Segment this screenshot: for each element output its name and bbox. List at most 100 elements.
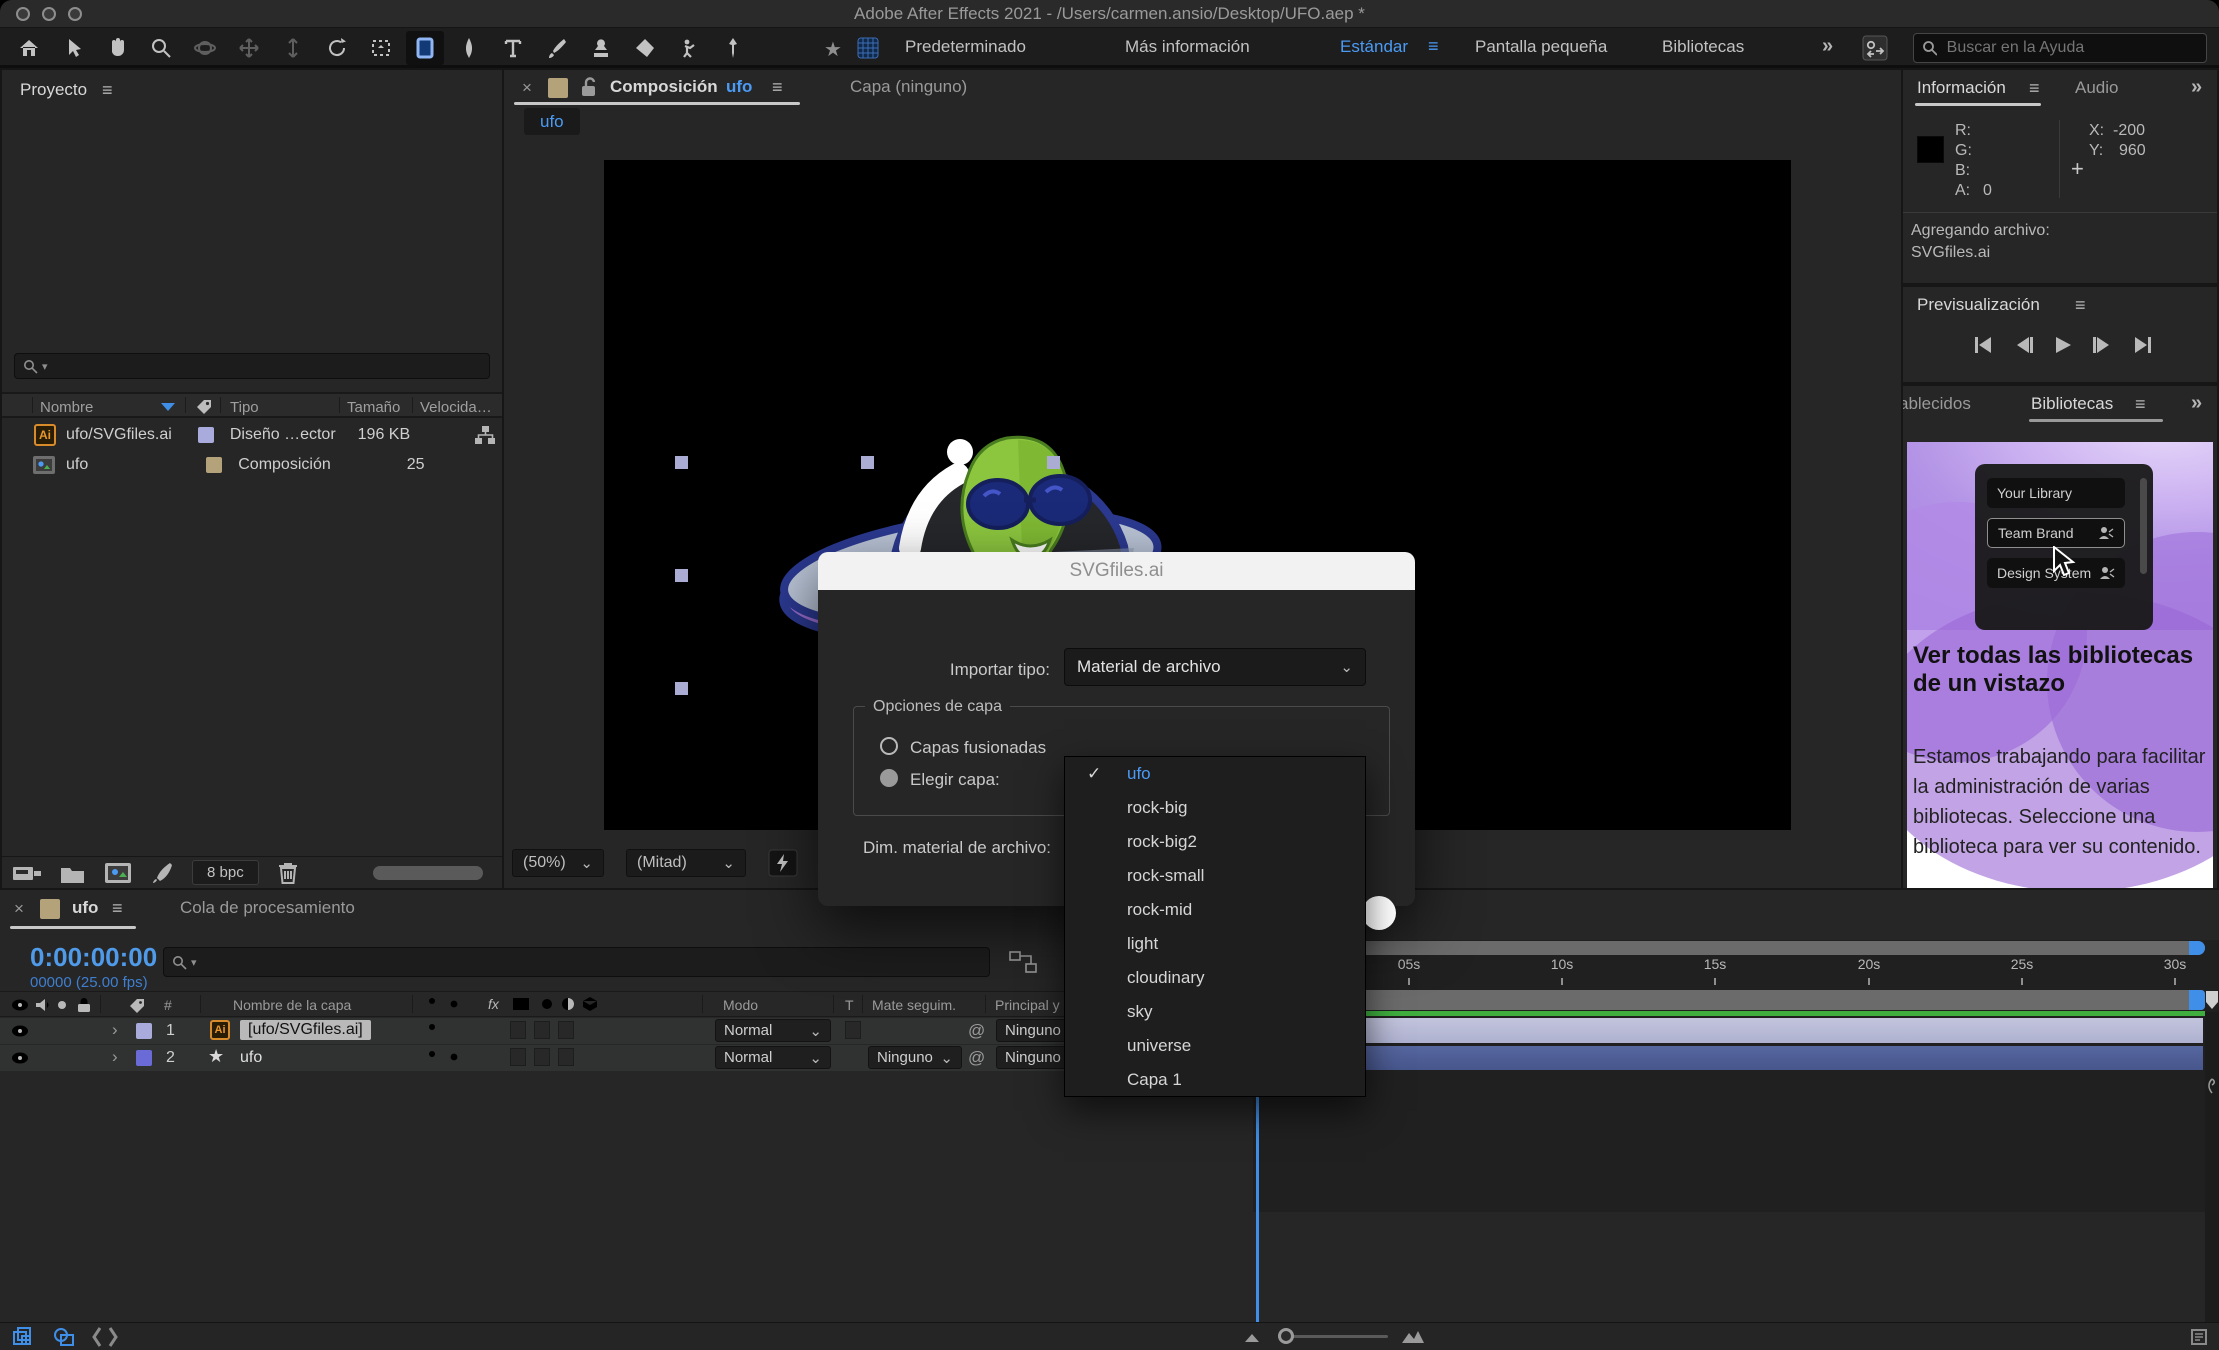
tab-previsualizacion[interactable]: Previsualización xyxy=(1917,295,2040,315)
shy-icon[interactable] xyxy=(424,1022,440,1040)
shape-tool-icon[interactable] xyxy=(406,31,444,65)
switch-cell[interactable] xyxy=(558,1048,574,1066)
libraries-panel-menu-icon[interactable]: ≡ xyxy=(2135,394,2146,415)
quality-icon[interactable] xyxy=(468,996,482,1012)
switch-cell[interactable] xyxy=(510,1021,526,1039)
tab-timeline-ufo[interactable]: ufo xyxy=(72,898,98,918)
timeline-h-scrollbar[interactable] xyxy=(1257,941,2205,955)
col-preserve-transparency[interactable]: T xyxy=(845,997,854,1013)
dropdown-option-rock-big2[interactable]: rock-big2 xyxy=(1065,825,1365,859)
blend-mode-select[interactable]: Normal⌄ xyxy=(715,1019,831,1042)
hand-tool-icon[interactable] xyxy=(98,31,136,65)
puppet-pin-tool-icon[interactable] xyxy=(714,31,752,65)
snapping-star-icon[interactable]: ★ xyxy=(824,37,842,62)
eraser-tool-icon[interactable] xyxy=(626,31,664,65)
selection-handle[interactable] xyxy=(1047,456,1060,469)
timeline-options-icon[interactable] xyxy=(2190,1328,2210,1346)
shy-icon[interactable] xyxy=(424,996,440,1014)
zoom-level-select[interactable]: (50%)⌄ xyxy=(512,849,604,877)
dropdown-option-rock-small[interactable]: rock-small xyxy=(1065,859,1365,893)
blend-mode-select[interactable]: Normal⌄ xyxy=(715,1046,831,1069)
library-item-your-library[interactable]: Your Library xyxy=(1987,478,2125,508)
camera-tool-icon[interactable] xyxy=(362,31,400,65)
label-color-swatch[interactable] xyxy=(198,427,214,443)
selection-handle[interactable] xyxy=(675,682,688,695)
eye-icon[interactable] xyxy=(10,1051,30,1065)
dropdown-option-light[interactable]: light xyxy=(1065,927,1365,961)
help-search[interactable] xyxy=(1913,33,2207,63)
adjustment-layer-icon[interactable] xyxy=(560,996,576,1012)
col-velocidad[interactable]: Velocida… xyxy=(420,399,492,416)
switch-cell[interactable] xyxy=(558,1021,574,1039)
effects-fx-icon[interactable]: fx xyxy=(488,996,499,1012)
workspace-estandar[interactable]: Estándar xyxy=(1340,37,1408,57)
timeline-search[interactable]: ▾ xyxy=(163,947,990,977)
zoom-in-timeline-icon[interactable] xyxy=(1400,1328,1426,1344)
eye-icon[interactable] xyxy=(10,1024,30,1038)
switch-cell[interactable] xyxy=(534,1048,550,1066)
workspace-predeterminado[interactable]: Predeterminado xyxy=(905,37,1026,57)
quality-icon[interactable] xyxy=(466,1022,480,1038)
unlock-icon[interactable] xyxy=(580,77,598,97)
zoom-slider-knob[interactable] xyxy=(1278,1328,1294,1344)
resolution-select[interactable]: (Mitad)⌄ xyxy=(626,849,746,877)
next-frame-icon[interactable] xyxy=(2091,335,2113,355)
workspace-mas-informacion[interactable]: Más información xyxy=(1125,37,1250,57)
new-folder-icon[interactable] xyxy=(60,862,86,884)
mini-flowchart-icon[interactable] xyxy=(1008,950,1038,974)
trash-icon[interactable] xyxy=(277,861,299,885)
collapse-transformations-icon[interactable] xyxy=(446,1049,462,1065)
preserve-transparency-cell[interactable] xyxy=(845,1021,861,1039)
selection-tool-icon[interactable] xyxy=(54,31,92,65)
type-tool-icon[interactable] xyxy=(494,31,532,65)
tab-informacion[interactable]: Información xyxy=(1917,78,2006,98)
switch-cell[interactable] xyxy=(534,1021,550,1039)
comp-marker-icon[interactable] xyxy=(2205,990,2219,1010)
dolly-camera-tool-icon[interactable] xyxy=(274,31,312,65)
dropdown-option-universe[interactable]: universe xyxy=(1065,1029,1365,1063)
transfer-controls-toggle-icon[interactable] xyxy=(52,1326,78,1348)
layer-label-swatch[interactable] xyxy=(136,1050,152,1066)
viewer-panel-menu-icon[interactable]: ≡ xyxy=(772,77,783,98)
zoom-window-icon[interactable] xyxy=(68,7,82,21)
project-row-svgfiles[interactable]: Ai ufo/SVGfiles.ai Diseño …ector 196 KB xyxy=(2,420,502,450)
shy-icon[interactable] xyxy=(424,1049,440,1067)
current-timecode[interactable]: 0:00:00:00 xyxy=(30,942,157,973)
tab-project[interactable]: Proyecto xyxy=(20,80,87,100)
home-tool-icon[interactable] xyxy=(10,31,48,65)
track-matte-select[interactable]: Ninguno⌄ xyxy=(868,1046,962,1069)
layer-name[interactable]: ufo xyxy=(240,1049,262,1067)
fast-previews-icon[interactable] xyxy=(768,849,798,877)
selection-handle[interactable] xyxy=(675,456,688,469)
pan-camera-tool-icon[interactable] xyxy=(230,31,268,65)
bit-depth-button[interactable]: 8 bpc xyxy=(192,860,259,885)
project-row-ufo-comp[interactable]: ufo Composición 25 xyxy=(2,450,502,480)
layer-switches-toggle-icon[interactable] xyxy=(12,1326,38,1348)
collapse-transformations-icon[interactable] xyxy=(446,996,462,1012)
library-item-team-brand[interactable]: Team Brand xyxy=(1987,518,2125,548)
workspace-overflow-icon[interactable]: » xyxy=(1822,35,1831,58)
comp-subtab-ufo[interactable]: ufo xyxy=(524,112,580,132)
col-layer-name[interactable]: Nombre de la capa xyxy=(233,997,351,1013)
minimize-window-icon[interactable] xyxy=(42,7,56,21)
selection-handle[interactable] xyxy=(675,569,688,582)
new-composition-icon[interactable] xyxy=(104,862,132,884)
merged-layers-radio[interactable] xyxy=(880,737,898,755)
tab-bibliotecas[interactable]: Bibliotecas xyxy=(2031,394,2113,414)
quality-icon[interactable] xyxy=(466,1049,480,1065)
layer-label-swatch[interactable] xyxy=(136,1023,152,1039)
close-tab-icon[interactable]: × xyxy=(522,78,532,98)
tab-composition-name[interactable]: ufo xyxy=(726,77,752,97)
library-scrollbar[interactable] xyxy=(2140,478,2147,574)
tab-composition-label[interactable]: Composición xyxy=(610,77,718,97)
col-tamano[interactable]: Tamaño xyxy=(347,399,400,416)
workspace-bibliotecas[interactable]: Bibliotecas xyxy=(1662,37,1744,57)
first-frame-icon[interactable] xyxy=(1973,335,1995,355)
scrollbar-end-cap[interactable] xyxy=(2189,941,2205,955)
dropdown-option-capa-1[interactable]: Capa 1 xyxy=(1065,1063,1365,1097)
dropdown-option-rock-mid[interactable]: rock-mid xyxy=(1065,893,1365,927)
label-color-swatch[interactable] xyxy=(206,457,222,473)
roto-brush-tool-icon[interactable] xyxy=(670,31,708,65)
marker-bin-icon[interactable] xyxy=(2206,1078,2218,1094)
expand-layer-icon[interactable]: › xyxy=(112,1020,118,1040)
